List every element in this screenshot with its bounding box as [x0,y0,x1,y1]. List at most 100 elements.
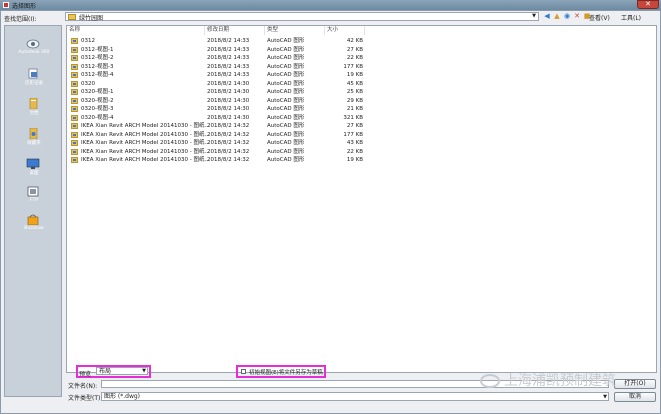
dwg-file-icon [71,89,78,95]
file-size: 19 KB [346,157,363,163]
file-row[interactable]: 0312-视图-1 2018/8/2 14:33 AutoCAD 图形 27 KB [67,46,387,54]
file-type: AutoCAD 图形 [267,114,305,121]
file-date: 2018/8/2 14:30 [207,114,250,121]
ftp-icon [27,186,39,197]
preview-label: 预览 [79,371,92,378]
folder-icon [68,14,76,20]
dwg-file-icon [71,97,78,104]
file-size: 27 KB [346,123,363,129]
initial-view-label: 初始视图(E)将文件另存为草稿 [249,370,323,376]
dwg-file-icon [71,114,78,121]
filetype-select[interactable]: 图形 (*.dwg) ▼ [101,392,609,401]
column-header-name[interactable]: 名称 [67,26,205,35]
file-date: 2018/8/2 14:33 [207,38,250,44]
file-type: AutoCAD 图形 [267,89,305,95]
file-row[interactable]: IKEA Xian Revit ARCH Model 20141030 - 图纸… [67,131,387,139]
file-row[interactable]: 0320-视图-4 2018/8/2 14:30 AutoCAD 图形 321 KB [67,114,387,122]
title-bar: 选择图形 ✕ [0,0,661,10]
file-date: 2018/8/2 14:30 [207,106,250,112]
app-icon [3,2,9,8]
close-button[interactable]: ✕ [637,0,659,9]
place-ftp[interactable]: FTP [5,186,63,210]
look-in-combo[interactable]: 绿竹园图 ▼ [65,12,539,22]
delete-icon[interactable]: ✕ [573,13,581,20]
watermark: 上海浦凯预制建筑 [480,369,655,393]
file-name: 0320 [81,80,95,87]
place-history[interactable]: 历史记录 [5,68,63,92]
file-name: IKEA Xian Revit ARCH Model 20141030 - 图纸… [81,140,210,146]
back-icon[interactable]: ◀ [543,13,551,20]
file-size: 22 KB [346,148,363,155]
search-web-icon[interactable]: ◉ [563,13,571,20]
place-documents[interactable]: 文档 [5,98,63,122]
column-header-size[interactable]: 大小 [325,26,365,35]
file-name: 0320-视图-2 [81,97,114,104]
file-date: 2018/8/2 14:30 [207,97,250,104]
file-type: AutoCAD 图形 [267,46,305,53]
file-row[interactable]: IKEA Xian Revit ARCH Model 20141030 - 图纸… [67,139,387,147]
documents-icon [29,98,38,109]
column-header-type[interactable]: 类型 [265,26,325,35]
file-name: IKEA Xian Revit ARCH Model 20141030 - 图纸… [81,148,210,155]
look-in-value: 绿竹园图 [79,15,104,22]
favorites-icon [29,128,38,139]
file-name: 0320-视图-1 [81,89,114,95]
place-autodesk-360[interactable]: Autodesk 360 [5,38,63,62]
file-size: 25 KB [346,89,363,95]
buzzsaw-icon [27,214,39,225]
file-type: AutoCAD 图形 [267,106,305,112]
preview-select[interactable]: 布局 ▼ [96,367,148,375]
place-favorites[interactable]: 收藏夹 [5,128,63,152]
file-row[interactable]: 0312-视图-4 2018/8/2 14:33 AutoCAD 图形 19 KB [67,71,387,79]
file-row[interactable]: 0320-视图-3 2018/8/2 14:30 AutoCAD 图形 21 KB [67,105,387,113]
place-desktop[interactable]: 桌面 [5,158,63,182]
dwg-file-icon [71,55,78,61]
window-title: 选择图形 [12,3,37,10]
look-in-row: 查找范围(I): 绿竹园图 ▼ ◀ ▲ ◉ ✕ ■ 查看(V) 工具(L) [1,11,660,23]
file-type: AutoCAD 图形 [267,97,305,104]
file-size: 27 KB [346,46,363,53]
up-folder-icon[interactable]: ▲ [553,13,561,20]
file-name: 0312-视图-3 [81,63,114,70]
file-type: AutoCAD 图形 [267,157,305,163]
tools-menu[interactable]: 工具(L) [621,13,641,22]
initial-view-checkbox[interactable] [241,369,246,374]
file-row[interactable]: IKEA Xian Revit ARCH Model 20141030 - 图纸… [67,156,387,164]
file-row[interactable]: IKEA Xian Revit ARCH Model 20141030 - 图纸… [67,148,387,156]
history-icon [28,68,38,79]
cancel-button[interactable]: 取消 [614,392,656,402]
file-size: 42 KB [346,38,363,44]
file-name: IKEA Xian Revit ARCH Model 20141030 - 图纸… [81,123,210,129]
file-date: 2018/8/2 14:33 [207,72,250,78]
file-row[interactable]: 0312-视图-3 2018/8/2 14:33 AutoCAD 图形 177 KB [67,63,387,71]
file-date: 2018/8/2 14:32 [207,157,250,163]
file-type: AutoCAD 图形 [267,148,305,155]
desktop-icon [26,158,40,169]
file-name: 0312-视图-4 [81,72,114,78]
chevron-down-icon[interactable]: ▼ [530,13,538,20]
wechat-icon [480,374,500,388]
file-type: AutoCAD 图形 [267,131,305,138]
file-date: 2018/8/2 14:33 [207,63,250,70]
place-buzzsaw[interactable]: Buzzsaw [5,214,63,238]
file-date: 2018/8/2 14:30 [207,89,250,95]
views-menu[interactable]: 查看(V) [589,13,610,22]
file-row[interactable]: 0320 2018/8/2 14:30 AutoCAD 图形 45 KB [67,80,387,88]
file-row[interactable]: IKEA Xian Revit ARCH Model 20141030 - 图纸… [67,122,387,130]
file-list[interactable]: 名称 修改日期 类型 大小 0312 2018/8/2 14:33 AutoCAD … [66,25,657,373]
file-row[interactable]: 0320-视图-1 2018/8/2 14:30 AutoCAD 图形 25 KB [67,88,387,96]
file-name: 0320-视图-3 [81,106,114,112]
dwg-file-icon [71,72,78,78]
column-header-date[interactable]: 修改日期 [205,26,265,35]
file-row[interactable]: 0312-视图-2 2018/8/2 14:33 AutoCAD 图形 22 KB [67,54,387,62]
file-row[interactable]: 0312 2018/8/2 14:33 AutoCAD 图形 42 KB [67,37,387,45]
watermark-text: 上海浦凯预制建筑 [504,373,616,389]
place-label: Buzzsaw [24,226,44,231]
file-size: 321 KB [343,114,363,121]
file-row[interactable]: 0320-视图-2 2018/8/2 14:30 AutoCAD 图形 29 KB [67,97,387,105]
file-type: AutoCAD 图形 [267,140,305,146]
dwg-file-icon [71,106,78,112]
file-date: 2018/8/2 14:32 [207,140,250,146]
file-size: 45 KB [346,80,363,87]
file-date: 2018/8/2 14:33 [207,55,250,61]
